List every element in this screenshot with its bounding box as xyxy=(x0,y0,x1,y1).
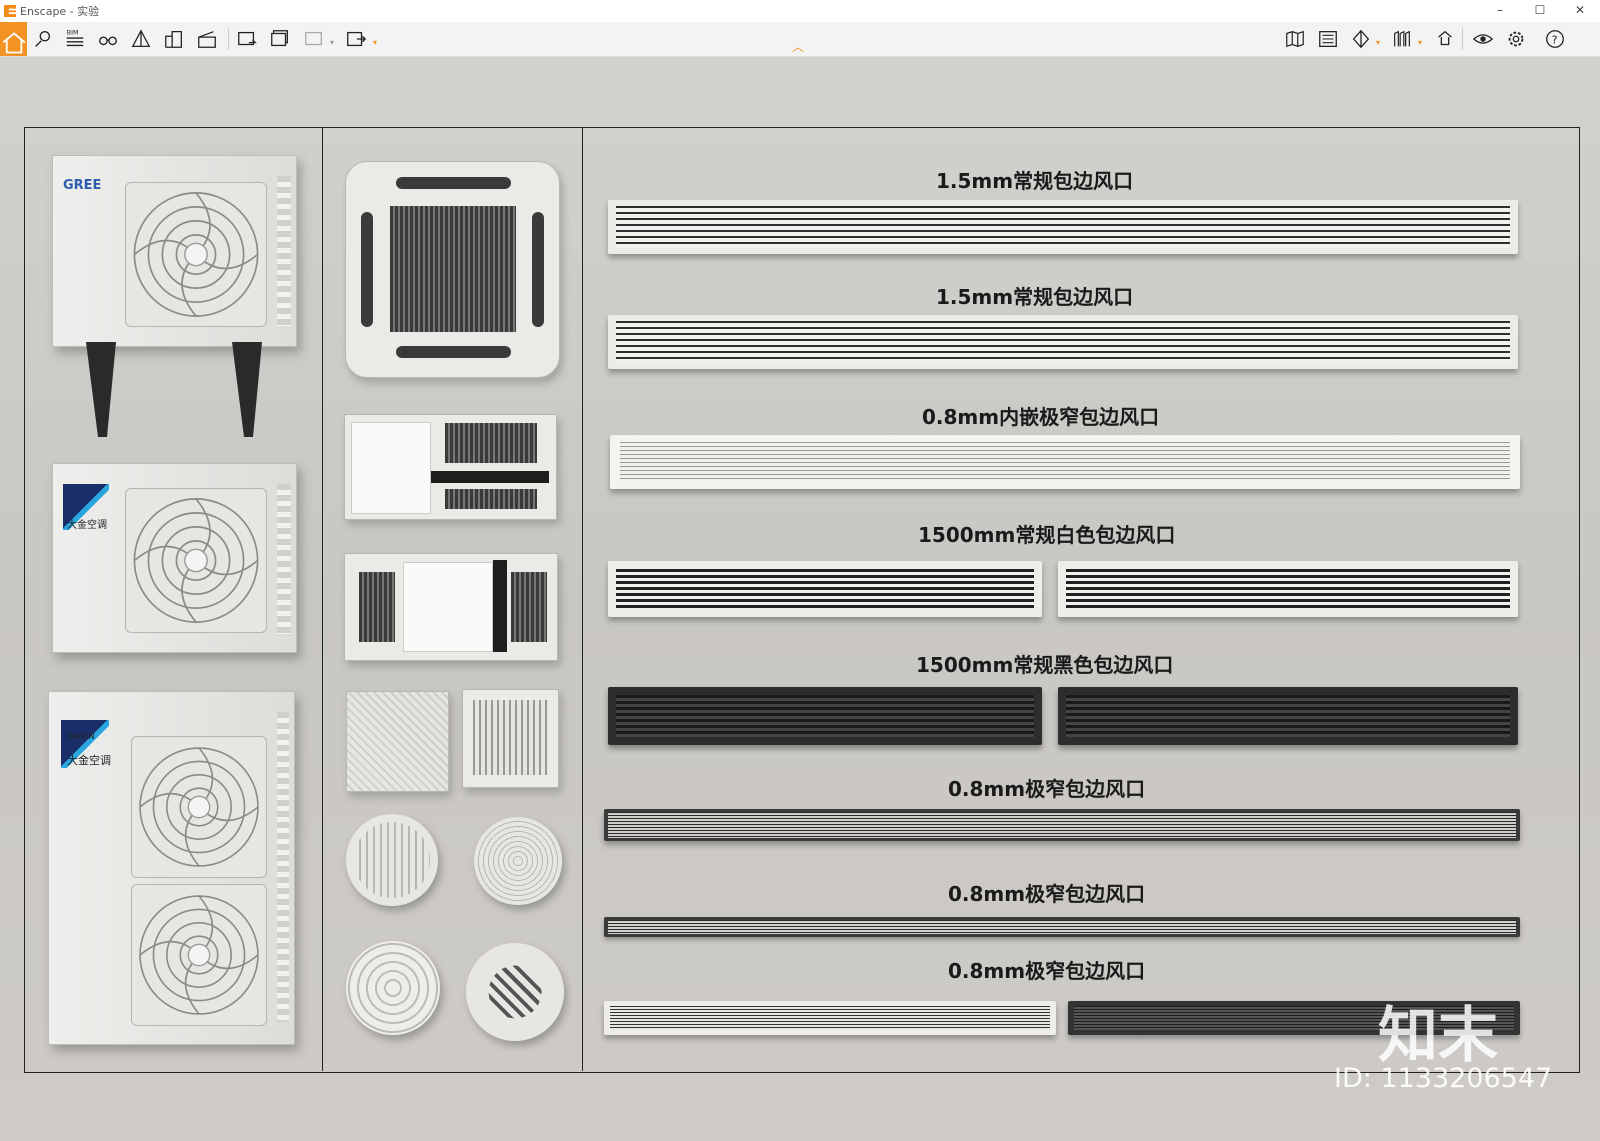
window-controls: – ☐ ✕ xyxy=(1480,0,1600,22)
library-icon xyxy=(1319,31,1337,47)
perspective-icon xyxy=(131,29,151,47)
export-exe-icon xyxy=(347,31,367,47)
vent-2 xyxy=(608,315,1518,369)
title-bar: Enscape - 实验 – ☐ ✕ xyxy=(0,0,1600,22)
vent-4-left xyxy=(608,561,1042,617)
perspective-button[interactable] xyxy=(128,27,154,51)
vent-4-right xyxy=(1058,561,1518,617)
visual-settings-icon xyxy=(1472,34,1494,44)
fan-grille-top xyxy=(131,736,267,878)
materials-icon xyxy=(1394,30,1410,47)
maximize-button[interactable]: ☐ xyxy=(1520,0,1560,22)
vent-label-6: 0.8mm极窄包边风口 xyxy=(948,777,1146,801)
map-button[interactable] xyxy=(1282,27,1308,51)
export-exe-button[interactable] xyxy=(343,27,369,51)
watermark-logo: 知末 xyxy=(1378,1001,1498,1071)
divider-2 xyxy=(582,127,583,1071)
vent-1 xyxy=(608,200,1518,254)
vent-label-8: 0.8mm极窄包边风口 xyxy=(948,959,1146,983)
window-title: Enscape - 实验 xyxy=(20,5,100,18)
vent-3 xyxy=(610,435,1520,489)
close-button[interactable]: ✕ xyxy=(1560,0,1600,22)
round-grid-diffuser xyxy=(466,943,564,1041)
vent-label-2: 1.5mm常规包边风口 xyxy=(936,285,1134,309)
vent-label-4: 1500mm常规白色包边风口 xyxy=(918,523,1176,547)
square-diffuser xyxy=(346,691,449,792)
clapper-icon xyxy=(198,31,216,48)
visual-settings-button[interactable] xyxy=(1470,27,1496,51)
vent-6 xyxy=(604,809,1520,841)
enscape-logo-icon xyxy=(4,5,16,17)
collapse-toolbar-button[interactable]: ︿ xyxy=(792,38,804,55)
section-button[interactable] xyxy=(1348,27,1374,51)
divider-1 xyxy=(322,127,323,1071)
home-button[interactable] xyxy=(0,22,27,56)
vent-7 xyxy=(604,917,1520,937)
panorama-button[interactable] xyxy=(301,27,327,51)
vent-5-right xyxy=(1058,687,1518,745)
square-grille xyxy=(462,689,559,788)
outdoor-unit-daikin: 大金空调 xyxy=(52,463,297,653)
home-icon xyxy=(2,32,26,54)
fan-grille xyxy=(125,488,267,633)
batch-render-icon xyxy=(271,30,288,47)
buildings-button[interactable] xyxy=(161,27,187,51)
help-icon: ? xyxy=(1546,30,1564,48)
panorama-icon xyxy=(305,31,322,46)
vent-label-7: 0.8mm极窄包边风口 xyxy=(948,882,1146,906)
vent-5-left xyxy=(608,687,1042,745)
render-viewport[interactable]: GREE 大金空调 DAIKIN 大金空调 1.5mm常规包边风口 1.5mm常… xyxy=(0,57,1600,1141)
section-icon xyxy=(1352,29,1370,49)
cassette-ac xyxy=(345,161,560,378)
outdoor-unit-daikin-double: DAIKIN 大金空调 xyxy=(48,691,295,1045)
fan-grille xyxy=(125,182,267,327)
vent-label-1: 1.5mm常规包边风口 xyxy=(936,169,1134,193)
bath-heater-1 xyxy=(344,414,557,520)
help-button[interactable]: ? xyxy=(1542,27,1568,51)
gree-logo: GREE xyxy=(63,178,102,193)
svg-text:?: ? xyxy=(1552,34,1558,47)
vent-label-5: 1500mm常规黑色包边风口 xyxy=(916,653,1174,677)
svg-text:BIM: BIM xyxy=(67,28,79,36)
map-icon xyxy=(1286,30,1304,48)
upload-button[interactable] xyxy=(1432,27,1458,51)
binoculars-icon xyxy=(99,36,117,46)
watermark-id: ID: 1133206547 xyxy=(1334,1063,1553,1094)
library-button[interactable] xyxy=(1315,27,1341,51)
settings-button[interactable] xyxy=(1503,27,1529,51)
upload-icon xyxy=(1438,30,1452,46)
buildings-icon xyxy=(165,31,182,48)
minimize-button[interactable]: – xyxy=(1480,0,1520,22)
bim-button[interactable]: BIM xyxy=(62,27,88,51)
materials-button[interactable] xyxy=(1389,27,1415,51)
fan-grille-bottom xyxy=(131,884,267,1026)
binoculars-button[interactable] xyxy=(95,27,121,51)
batch-render-button[interactable] xyxy=(267,27,293,51)
vent-label-3: 0.8mm内嵌极窄包边风口 xyxy=(922,405,1160,429)
map-pin-button[interactable] xyxy=(30,27,56,51)
round-swirl-diffuser xyxy=(474,817,562,905)
clapper-button[interactable] xyxy=(194,27,220,51)
screenshot-icon xyxy=(238,31,257,46)
screenshot-button[interactable] xyxy=(234,27,260,51)
settings-icon xyxy=(1508,31,1524,47)
outdoor-unit-gree: GREE xyxy=(52,155,297,347)
map-pin-icon xyxy=(35,30,51,47)
vent-8-left xyxy=(604,1001,1056,1035)
round-louver-diffuser xyxy=(346,814,438,906)
bath-heater-2 xyxy=(344,553,558,661)
round-cone-diffuser xyxy=(346,941,440,1035)
bim-icon: BIM xyxy=(66,28,84,47)
